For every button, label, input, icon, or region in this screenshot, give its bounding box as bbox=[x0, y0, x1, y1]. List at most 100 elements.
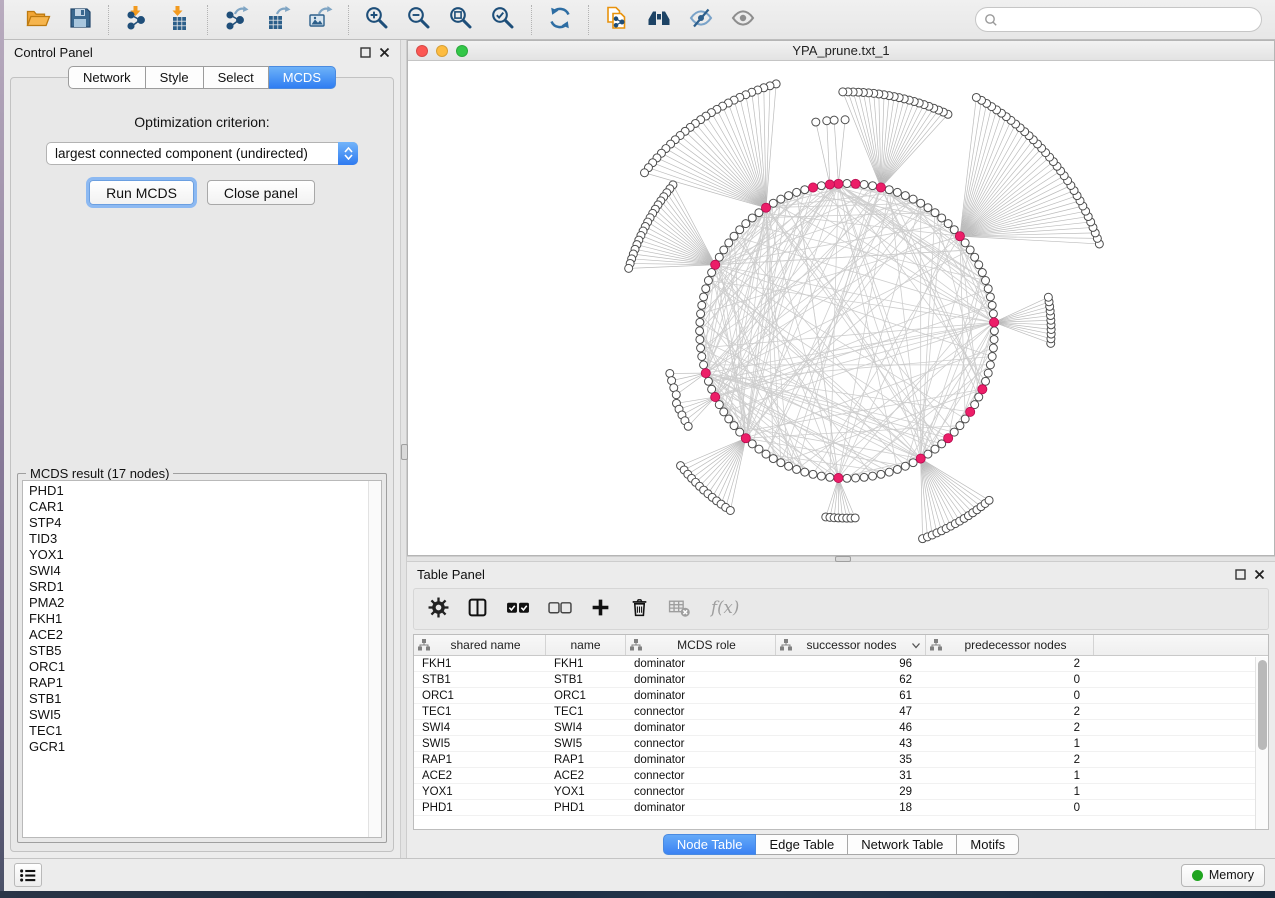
cell-predecessor-nodes[interactable]: 2 bbox=[926, 722, 1094, 734]
cell-predecessor-nodes[interactable]: 1 bbox=[926, 770, 1094, 782]
result-node[interactable]: GCR1 bbox=[29, 739, 368, 755]
result-list-scrollbar[interactable] bbox=[368, 481, 381, 837]
float-panel-icon[interactable] bbox=[360, 47, 371, 58]
tab-network-table[interactable]: Network Table bbox=[848, 834, 957, 855]
memory-button[interactable]: Memory bbox=[1181, 864, 1265, 887]
result-node[interactable]: YOX1 bbox=[29, 547, 368, 563]
table-row[interactable]: ACE2ACE2connector311 bbox=[414, 768, 1268, 784]
result-node[interactable]: SWI5 bbox=[29, 707, 368, 723]
result-node[interactable]: SWI4 bbox=[29, 563, 368, 579]
deselect-all-button[interactable] bbox=[548, 594, 572, 624]
cell-successor-nodes[interactable]: 96 bbox=[776, 658, 926, 670]
tab-node-table[interactable]: Node Table bbox=[663, 834, 757, 855]
close-panel-icon[interactable] bbox=[379, 47, 390, 58]
result-node[interactable]: ACE2 bbox=[29, 627, 368, 643]
table-row[interactable]: SWI4SWI4dominator462 bbox=[414, 720, 1268, 736]
search-input[interactable] bbox=[1003, 10, 1253, 30]
refresh-layout-button[interactable] bbox=[544, 4, 576, 36]
export-image-button[interactable] bbox=[304, 4, 336, 36]
cell-MCDS-role[interactable]: dominator bbox=[626, 658, 776, 670]
cell-shared-name[interactable]: STB1 bbox=[414, 674, 546, 686]
cell-predecessor-nodes[interactable]: 0 bbox=[926, 690, 1094, 702]
result-node[interactable]: RAP1 bbox=[29, 675, 368, 691]
cell-name[interactable]: ORC1 bbox=[546, 690, 626, 702]
mcds-result-list[interactable]: PHD1CAR1STP4TID3YOX1SWI4SRD1PMA2FKH1ACE2… bbox=[22, 480, 382, 838]
import-network-button[interactable] bbox=[121, 4, 153, 36]
network-view-canvas[interactable] bbox=[408, 61, 1274, 555]
column-header-shared-name[interactable]: shared name bbox=[414, 635, 546, 655]
cell-shared-name[interactable]: ORC1 bbox=[414, 690, 546, 702]
column-header-MCDS-role[interactable]: MCDS role bbox=[626, 635, 776, 655]
cell-successor-nodes[interactable]: 35 bbox=[776, 754, 926, 766]
result-node[interactable]: PMA2 bbox=[29, 595, 368, 611]
cell-shared-name[interactable]: FKH1 bbox=[414, 658, 546, 670]
cell-MCDS-role[interactable]: connector bbox=[626, 786, 776, 798]
cell-MCDS-role[interactable]: dominator bbox=[626, 802, 776, 814]
cell-predecessor-nodes[interactable]: 0 bbox=[926, 674, 1094, 686]
float-panel-icon[interactable] bbox=[1235, 569, 1246, 580]
cell-name[interactable]: RAP1 bbox=[546, 754, 626, 766]
result-node[interactable]: STB1 bbox=[29, 691, 368, 707]
splitter-handle[interactable] bbox=[835, 556, 851, 562]
cell-MCDS-role[interactable]: dominator bbox=[626, 690, 776, 702]
column-header-name[interactable]: name bbox=[546, 635, 626, 655]
cell-successor-nodes[interactable]: 18 bbox=[776, 802, 926, 814]
cell-name[interactable]: FKH1 bbox=[546, 658, 626, 670]
horizontal-splitter[interactable] bbox=[407, 556, 1275, 562]
result-node[interactable]: STP4 bbox=[29, 515, 368, 531]
table-row[interactable]: STB1STB1dominator620 bbox=[414, 672, 1268, 688]
cell-predecessor-nodes[interactable]: 2 bbox=[926, 754, 1094, 766]
run-mcds-button[interactable]: Run MCDS bbox=[89, 180, 194, 205]
result-node[interactable]: SRD1 bbox=[29, 579, 368, 595]
table-row[interactable]: RAP1RAP1dominator352 bbox=[414, 752, 1268, 768]
tab-edge-table[interactable]: Edge Table bbox=[756, 834, 848, 855]
result-node[interactable]: TEC1 bbox=[29, 723, 368, 739]
save-session-button[interactable] bbox=[64, 4, 96, 36]
open-file-button[interactable] bbox=[22, 4, 54, 36]
cell-MCDS-role[interactable]: dominator bbox=[626, 674, 776, 686]
vertical-splitter[interactable] bbox=[400, 40, 407, 858]
tab-network[interactable]: Network bbox=[68, 66, 146, 89]
cell-MCDS-role[interactable]: dominator bbox=[626, 722, 776, 734]
tab-mcds[interactable]: MCDS bbox=[269, 66, 336, 89]
scrollbar-thumb[interactable] bbox=[1258, 660, 1267, 750]
cell-name[interactable]: STB1 bbox=[546, 674, 626, 686]
cell-name[interactable]: SWI5 bbox=[546, 738, 626, 750]
cell-predecessor-nodes[interactable]: 0 bbox=[926, 802, 1094, 814]
close-panel-button[interactable]: Close panel bbox=[207, 180, 315, 205]
delete-row-button[interactable] bbox=[629, 594, 650, 624]
table-settings-button[interactable] bbox=[428, 594, 449, 624]
cell-successor-nodes[interactable]: 46 bbox=[776, 722, 926, 734]
table-row[interactable]: TEC1TEC1connector472 bbox=[414, 704, 1268, 720]
hide-annotations-button[interactable] bbox=[685, 4, 717, 36]
select-all-button[interactable] bbox=[506, 594, 530, 624]
show-panels-list-button[interactable] bbox=[14, 863, 42, 887]
zoom-fit-button[interactable] bbox=[445, 4, 477, 36]
cell-name[interactable]: PHD1 bbox=[546, 802, 626, 814]
network-graph[interactable] bbox=[408, 61, 1274, 555]
cell-predecessor-nodes[interactable]: 2 bbox=[926, 706, 1094, 718]
tab-motifs[interactable]: Motifs bbox=[957, 834, 1019, 855]
result-node[interactable]: ORC1 bbox=[29, 659, 368, 675]
cell-shared-name[interactable]: RAP1 bbox=[414, 754, 546, 766]
zoom-out-button[interactable] bbox=[403, 4, 435, 36]
table-scrollbar[interactable] bbox=[1255, 657, 1268, 829]
zoom-selected-button[interactable] bbox=[487, 4, 519, 36]
table-row[interactable]: FKH1FKH1dominator962 bbox=[414, 656, 1268, 672]
cell-successor-nodes[interactable]: 29 bbox=[776, 786, 926, 798]
cell-MCDS-role[interactable]: connector bbox=[626, 706, 776, 718]
table-row[interactable]: SWI5SWI5connector431 bbox=[414, 736, 1268, 752]
search-network-button[interactable] bbox=[643, 4, 675, 36]
cell-predecessor-nodes[interactable]: 1 bbox=[926, 738, 1094, 750]
cell-shared-name[interactable]: ACE2 bbox=[414, 770, 546, 782]
show-annotations-button[interactable] bbox=[727, 4, 759, 36]
cell-shared-name[interactable]: YOX1 bbox=[414, 786, 546, 798]
cell-shared-name[interactable]: SWI5 bbox=[414, 738, 546, 750]
cell-shared-name[interactable]: SWI4 bbox=[414, 722, 546, 734]
cell-successor-nodes[interactable]: 61 bbox=[776, 690, 926, 702]
search-box[interactable] bbox=[975, 7, 1262, 32]
cell-name[interactable]: ACE2 bbox=[546, 770, 626, 782]
cell-name[interactable]: YOX1 bbox=[546, 786, 626, 798]
export-table-button[interactable] bbox=[262, 4, 294, 36]
export-network-button[interactable] bbox=[220, 4, 252, 36]
